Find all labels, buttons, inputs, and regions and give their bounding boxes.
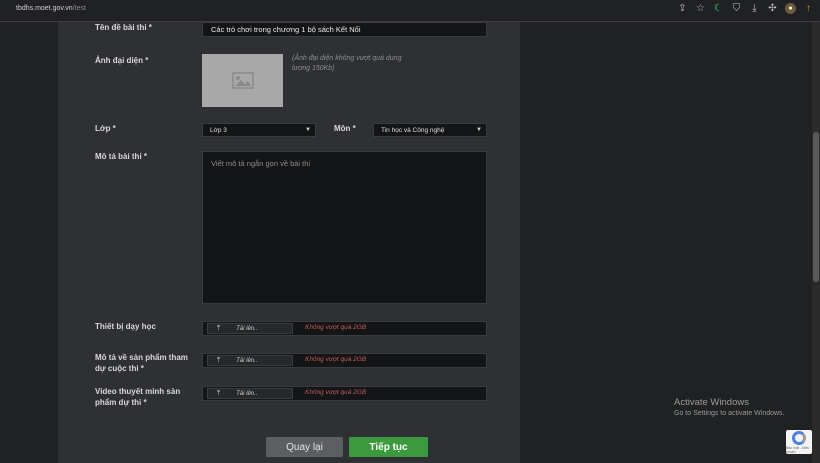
upload-button-label: Tải lên.. [236, 390, 258, 397]
share-icon[interactable]: ⇪ [677, 3, 688, 14]
shield-icon[interactable]: ⛉ [731, 3, 742, 14]
moon-icon[interactable]: ☾ [713, 3, 724, 14]
upload-icon: ⤒ [217, 324, 221, 332]
grade-select[interactable]: Lớp 3 ▼ [202, 123, 316, 137]
upload-button[interactable]: ⤒ Tải lên.. [207, 355, 293, 366]
upload-button[interactable]: ⤒ Tải lên.. [207, 388, 293, 399]
description-label: Mô tả bài thi * [95, 152, 147, 161]
upload-field-product-video: ⤒ Tải lên.. Không vượt quá 2GB [202, 386, 487, 401]
upload-field-product-description: ⤒ Tải lên.. Không vượt quá 2GB [202, 353, 487, 368]
recaptcha-icon [792, 430, 806, 445]
upload-button-label: Tải lên.. [236, 357, 258, 364]
upload-field-teaching-device: ⤒ Tải lên.. Không vượt quá 2GB [202, 321, 487, 336]
subject-value: Tin học và Công nghệ [381, 126, 445, 134]
upload-limit-text: Không vượt quá 2GB [305, 389, 367, 396]
page-scrollbar[interactable] [812, 22, 820, 463]
activate-subtitle: Go to Settings to activate Windows. [674, 410, 785, 417]
description-textarea[interactable]: Viết mô tả ngắn gọn về bài thi [202, 151, 487, 304]
activate-windows-watermark: Activate Windows Go to Settings to activ… [674, 397, 785, 417]
chevron-down-icon: ▼ [476, 127, 482, 133]
back-button[interactable]: Quay lại [266, 437, 343, 457]
chevron-down-icon: ▼ [305, 127, 311, 133]
avatar-label: Ảnh đại diện * [95, 56, 149, 65]
title-input[interactable]: Các trò chơi trong chương 1 bộ sách Kết … [202, 22, 487, 37]
upload-limit-text: Không vượt quá 2GB [305, 356, 367, 363]
title-label: Tên đề bài thi * [95, 23, 152, 32]
upload-icon: ⤒ [217, 356, 221, 364]
url-host: tbdhs.moet.gov.vn [16, 5, 73, 12]
address-bar[interactable]: tbdhs.moet.gov.vn/test [16, 5, 86, 12]
recaptcha-text: Bảo mật - Điều khoản [786, 445, 810, 454]
avatar-hint: (Ảnh đại diện không vượt quá dung lượng … [292, 55, 402, 72]
upload-button[interactable]: ⤒ Tải lên.. [207, 323, 293, 334]
subject-label: Môn * [334, 124, 356, 133]
scrollbar-thumb[interactable] [813, 132, 819, 282]
update-icon[interactable]: ↑ [803, 3, 814, 14]
upload-limit-text: Không vượt quá 2GB [305, 324, 367, 331]
avatar-upload[interactable] [202, 54, 283, 107]
star-icon[interactable]: ☆ [695, 3, 706, 14]
next-button[interactable]: Tiếp tục [349, 437, 428, 457]
grade-label: Lớp * [95, 124, 116, 133]
upload-icon: ⤒ [217, 389, 221, 397]
url-path: /test [72, 5, 86, 12]
upload-button-label: Tải lên.. [236, 325, 258, 332]
browser-toolbar: tbdhs.moet.gov.vn/test ⇪ ☆ ☾ ⛉ ⤓ ✣ ● ↑ [0, 0, 820, 22]
download-icon[interactable]: ⤓ [749, 3, 760, 14]
upload-label-product-video: Video thuyết minh sản phẩm dự thi * [95, 387, 181, 407]
avatar-icon[interactable]: ● [785, 3, 796, 14]
subject-select[interactable]: Tin học và Công nghệ ▼ [373, 123, 487, 137]
puzzle-icon[interactable]: ✣ [767, 3, 778, 14]
activate-title: Activate Windows [674, 397, 749, 408]
upload-label-product-description: Mô tả về sản phẩm tham dự cuộc thi * [95, 353, 188, 373]
upload-label-teaching-device: Thiết bị dạy học [95, 322, 156, 331]
image-placeholder-icon [231, 72, 254, 89]
grade-value: Lớp 3 [210, 126, 227, 134]
recaptcha-badge[interactable]: Bảo mật - Điều khoản [786, 430, 812, 454]
